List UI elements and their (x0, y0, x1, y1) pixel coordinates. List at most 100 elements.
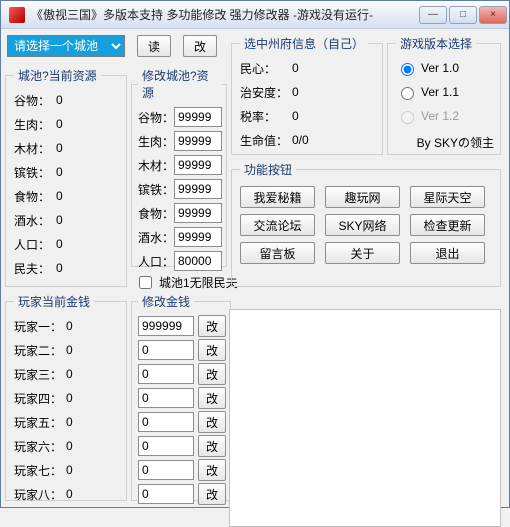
label: 人口： (14, 236, 56, 253)
center-info-legend: 选中州府信息（自己） (240, 35, 368, 52)
func-btn-guestbook[interactable]: 留言板 (240, 242, 315, 264)
func-btn-about[interactable]: 关于 (325, 242, 400, 264)
func-btn-skynet[interactable]: SKY网络 (325, 214, 400, 236)
version-option[interactable]: Ver 1.0 (396, 58, 494, 78)
player-money-edit-legend: 修改金钱 (138, 293, 194, 310)
value: 0 (66, 463, 73, 477)
version-option[interactable]: Ver 1.1 (396, 82, 494, 102)
iron-input[interactable] (174, 179, 222, 199)
current-resources-legend: 城池?当前资源 (14, 67, 101, 84)
pop-input[interactable] (174, 251, 222, 271)
money-input-2[interactable] (138, 340, 194, 360)
money-input-1[interactable] (138, 316, 194, 336)
label: 人口： (138, 253, 174, 270)
close-button[interactable]: × (479, 6, 507, 24)
value: 0 (56, 117, 63, 131)
label: 谷物： (138, 109, 174, 126)
label: 民心： (240, 60, 292, 77)
label: 食物： (14, 188, 56, 205)
func-btn-update[interactable]: 检查更新 (410, 214, 485, 236)
radio-ver10[interactable] (401, 63, 414, 76)
label: 生命值： (240, 132, 292, 149)
window-title: 《傲视三国》多版本支持 多功能修改 强力修改器 -游戏没有运行- (31, 6, 419, 23)
money-input-7[interactable] (138, 460, 194, 480)
value: 0/0 (292, 133, 309, 147)
infinite-villager-box[interactable] (139, 276, 152, 289)
func-legend: 功能按钮 (240, 161, 296, 178)
value: 0 (66, 391, 73, 405)
label: 镔铁： (138, 181, 174, 198)
version-legend: 游戏版本选择 (396, 35, 476, 52)
label: 生肉： (14, 116, 56, 133)
func-btn-secrets[interactable]: 我爱秘籍 (240, 186, 315, 208)
label: 酒水： (138, 229, 174, 246)
center-info-group: 选中州府信息（自己） 民心：0 治安度：0 税率：0 生命值：0/0 (231, 35, 383, 155)
read-button[interactable]: 读 (137, 35, 171, 57)
radio-ver11[interactable] (401, 87, 414, 100)
money-apply-3[interactable]: 改 (198, 363, 226, 385)
city-select[interactable]: 请选择一个城池 (7, 35, 125, 57)
value: 0 (56, 93, 63, 107)
app-window: 《傲视三国》多版本支持 多功能修改 强力修改器 -游戏没有运行- — □ × 请… (0, 0, 510, 508)
money-apply-5[interactable]: 改 (198, 411, 226, 433)
func-group: 功能按钮 我爱秘籍 趣玩网 星际天空 交流论坛 SKY网络 检查更新 留言板 关… (231, 161, 501, 287)
value: 0 (56, 141, 63, 155)
player-money-current-legend: 玩家当前金钱 (14, 293, 94, 310)
func-btn-starsky[interactable]: 星际天空 (410, 186, 485, 208)
label: 食物： (138, 205, 174, 222)
edit-resources-group: 修改城池?资源 谷物： 生肉： 木材： 镔铁： 食物： 酒水： 人口： (131, 67, 227, 267)
money-input-3[interactable] (138, 364, 194, 384)
label: 玩家二： (14, 342, 66, 359)
edit-resources-legend: 修改城池?资源 (138, 67, 222, 101)
wood-input[interactable] (174, 155, 222, 175)
label: 民夫： (14, 260, 56, 277)
value: 0 (66, 439, 73, 453)
money-apply-2[interactable]: 改 (198, 339, 226, 361)
value: 0 (66, 487, 73, 501)
money-apply-8[interactable]: 改 (198, 483, 226, 505)
food-input[interactable] (174, 203, 222, 223)
money-apply-4[interactable]: 改 (198, 387, 226, 409)
label: 税率： (240, 108, 292, 125)
grain-input[interactable] (174, 107, 222, 127)
log-panel (229, 309, 501, 527)
money-input-8[interactable] (138, 484, 194, 504)
value: 0 (66, 319, 73, 333)
label: 治安度： (240, 84, 292, 101)
money-apply-7[interactable]: 改 (198, 459, 226, 481)
maximize-button[interactable]: □ (449, 6, 477, 24)
credit-text: By SKYの领主 (417, 134, 494, 151)
label: 玩家三： (14, 366, 66, 383)
titlebar: 《傲视三国》多版本支持 多功能修改 强力修改器 -游戏没有运行- — □ × (1, 1, 509, 29)
label: 玩家六： (14, 438, 66, 455)
value: 0 (56, 261, 63, 275)
value: 0 (292, 109, 299, 123)
write-button[interactable]: 改 (183, 35, 217, 57)
func-btn-quwan[interactable]: 趣玩网 (325, 186, 400, 208)
money-input-4[interactable] (138, 388, 194, 408)
func-btn-exit[interactable]: 退出 (410, 242, 485, 264)
app-icon (9, 7, 25, 23)
money-input-6[interactable] (138, 436, 194, 456)
player-money-current-group: 玩家当前金钱 玩家一：0 玩家二：0 玩家三：0 玩家四：0 玩家五：0 玩家六… (5, 293, 127, 501)
label: 玩家五： (14, 414, 66, 431)
minimize-button[interactable]: — (419, 6, 447, 24)
label: 镔铁： (14, 164, 56, 181)
value: 0 (56, 213, 63, 227)
money-apply-6[interactable]: 改 (198, 435, 226, 457)
label: 木材： (14, 140, 56, 157)
value: 0 (292, 61, 299, 75)
value: 0 (56, 165, 63, 179)
current-resources-group: 城池?当前资源 谷物：0 生肉：0 木材：0 镔铁：0 食物：0 酒水：0 人口… (5, 67, 127, 287)
top-controls: 请选择一个城池 读 改 (7, 35, 217, 57)
wine-input[interactable] (174, 227, 222, 247)
value: 0 (56, 237, 63, 251)
func-btn-forum[interactable]: 交流论坛 (240, 214, 315, 236)
value: 0 (66, 415, 73, 429)
value: 0 (66, 343, 73, 357)
money-input-5[interactable] (138, 412, 194, 432)
meat-input[interactable] (174, 131, 222, 151)
infinite-villager-checkbox[interactable]: 城池1无限民夫 (135, 272, 238, 292)
value: 0 (292, 85, 299, 99)
money-apply-1[interactable]: 改 (198, 315, 226, 337)
